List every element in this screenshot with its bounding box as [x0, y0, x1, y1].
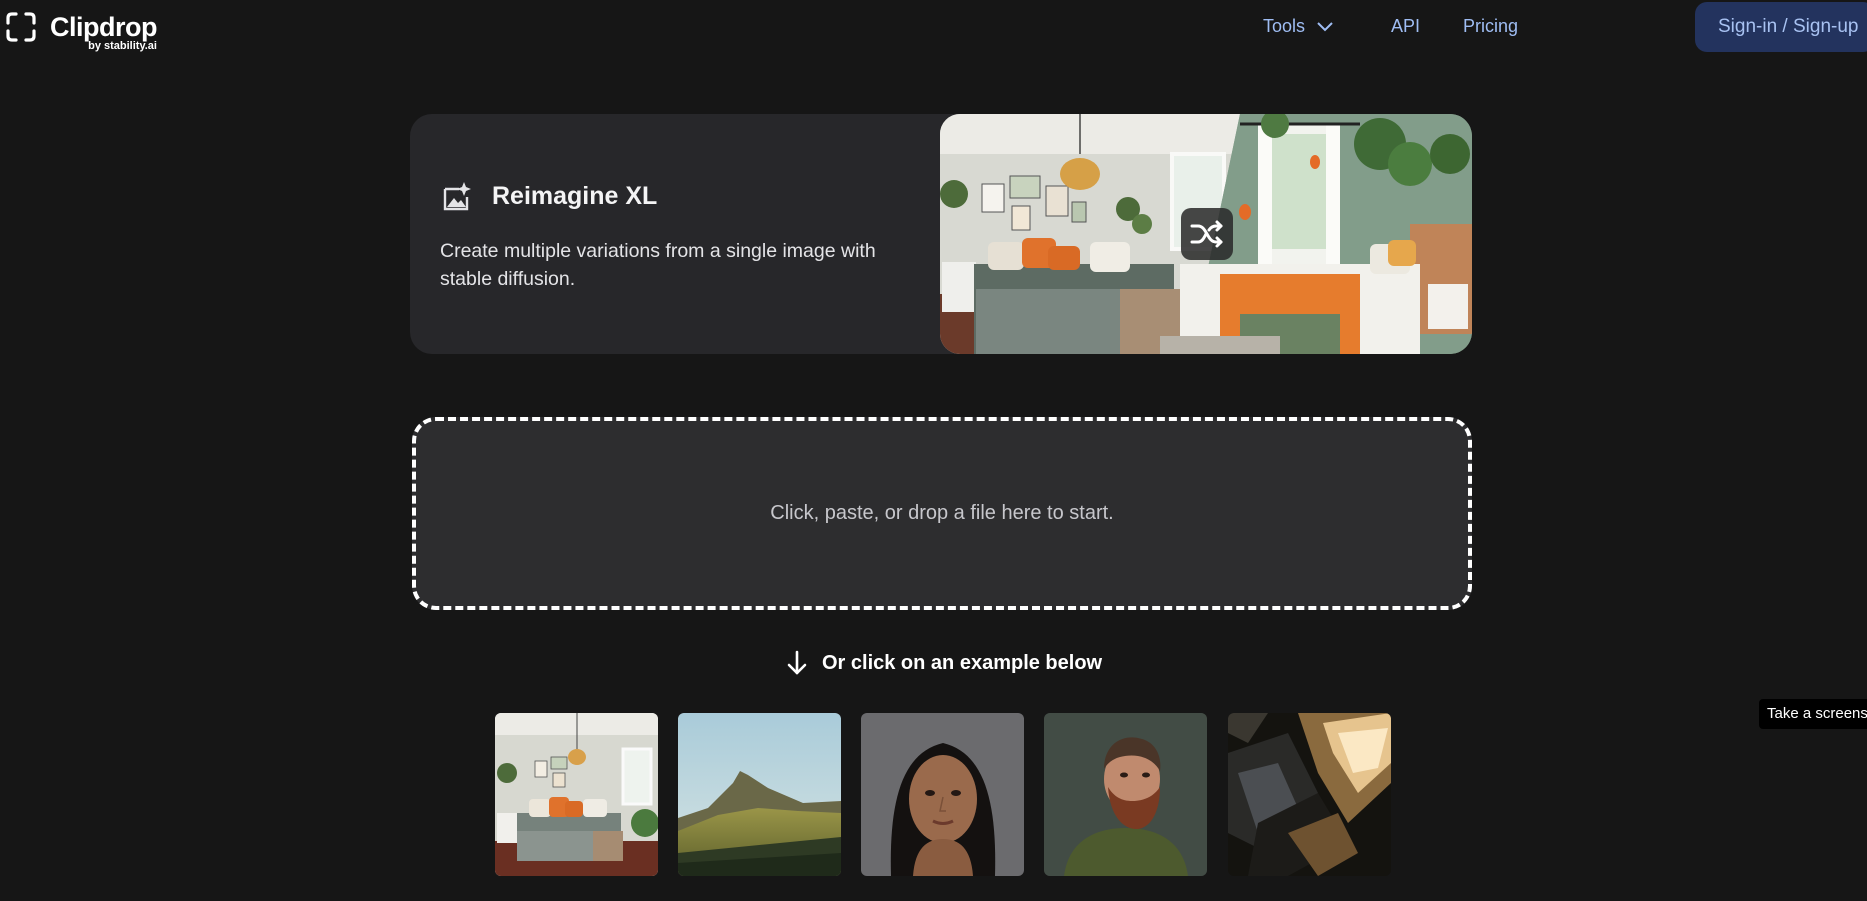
shuffle-icon [1190, 220, 1223, 248]
examples-heading: Or click on an example below [786, 650, 1102, 676]
example-abstract[interactable] [1228, 713, 1391, 876]
logo-mark-icon [6, 12, 36, 42]
nav-pricing-label: Pricing [1463, 16, 1519, 36]
dropzone-text: Click, paste, or drop a file here to sta… [770, 502, 1114, 524]
example-portrait-woman[interactable] [861, 713, 1024, 876]
example-portrait-woman-image [861, 713, 1024, 876]
logo-name: Clipdrop [50, 12, 157, 42]
signin-label: Sign-in / Sign-up [1718, 16, 1859, 37]
nav-api[interactable]: API [1391, 16, 1420, 37]
file-dropzone[interactable]: Click, paste, or drop a file here to sta… [412, 417, 1472, 610]
example-landscape[interactable] [678, 713, 841, 876]
nav-pricing[interactable]: Pricing [1463, 16, 1518, 37]
example-bedroom[interactable] [495, 713, 658, 876]
hero-bedroom-image [940, 114, 1472, 354]
example-abstract-image [1228, 713, 1391, 876]
screenshot-tooltip: Take a screens [1759, 699, 1867, 729]
nav-tools[interactable]: Tools [1263, 16, 1333, 37]
tool-description: Create multiple variations from a single… [440, 240, 876, 290]
top-nav: Tools API Pricing [1263, 16, 1518, 37]
clipdrop-logo[interactable]: Clipdrop by stability.ai [6, 12, 157, 52]
example-landscape-image [678, 713, 841, 876]
hero-card: Reimagine XL Create multiple variations … [410, 114, 1472, 354]
tooltip-text: Take a screens [1767, 705, 1867, 722]
arrow-down-icon [787, 650, 807, 675]
signin-button[interactable]: Sign-in / Sign-up [1695, 2, 1867, 52]
chevron-down-icon [1317, 21, 1333, 31]
nav-api-label: API [1391, 16, 1421, 36]
examples-heading-label: Or click on an example below [822, 651, 1103, 674]
shuffle-button[interactable] [1181, 208, 1233, 260]
example-bedroom-image [495, 713, 658, 876]
tool-title: Reimagine XL [492, 182, 658, 210]
nav-tools-label: Tools [1263, 16, 1306, 36]
example-portrait-man[interactable] [1044, 713, 1207, 876]
image-sparkle-icon [443, 182, 471, 211]
example-portrait-man-image [1044, 713, 1207, 876]
